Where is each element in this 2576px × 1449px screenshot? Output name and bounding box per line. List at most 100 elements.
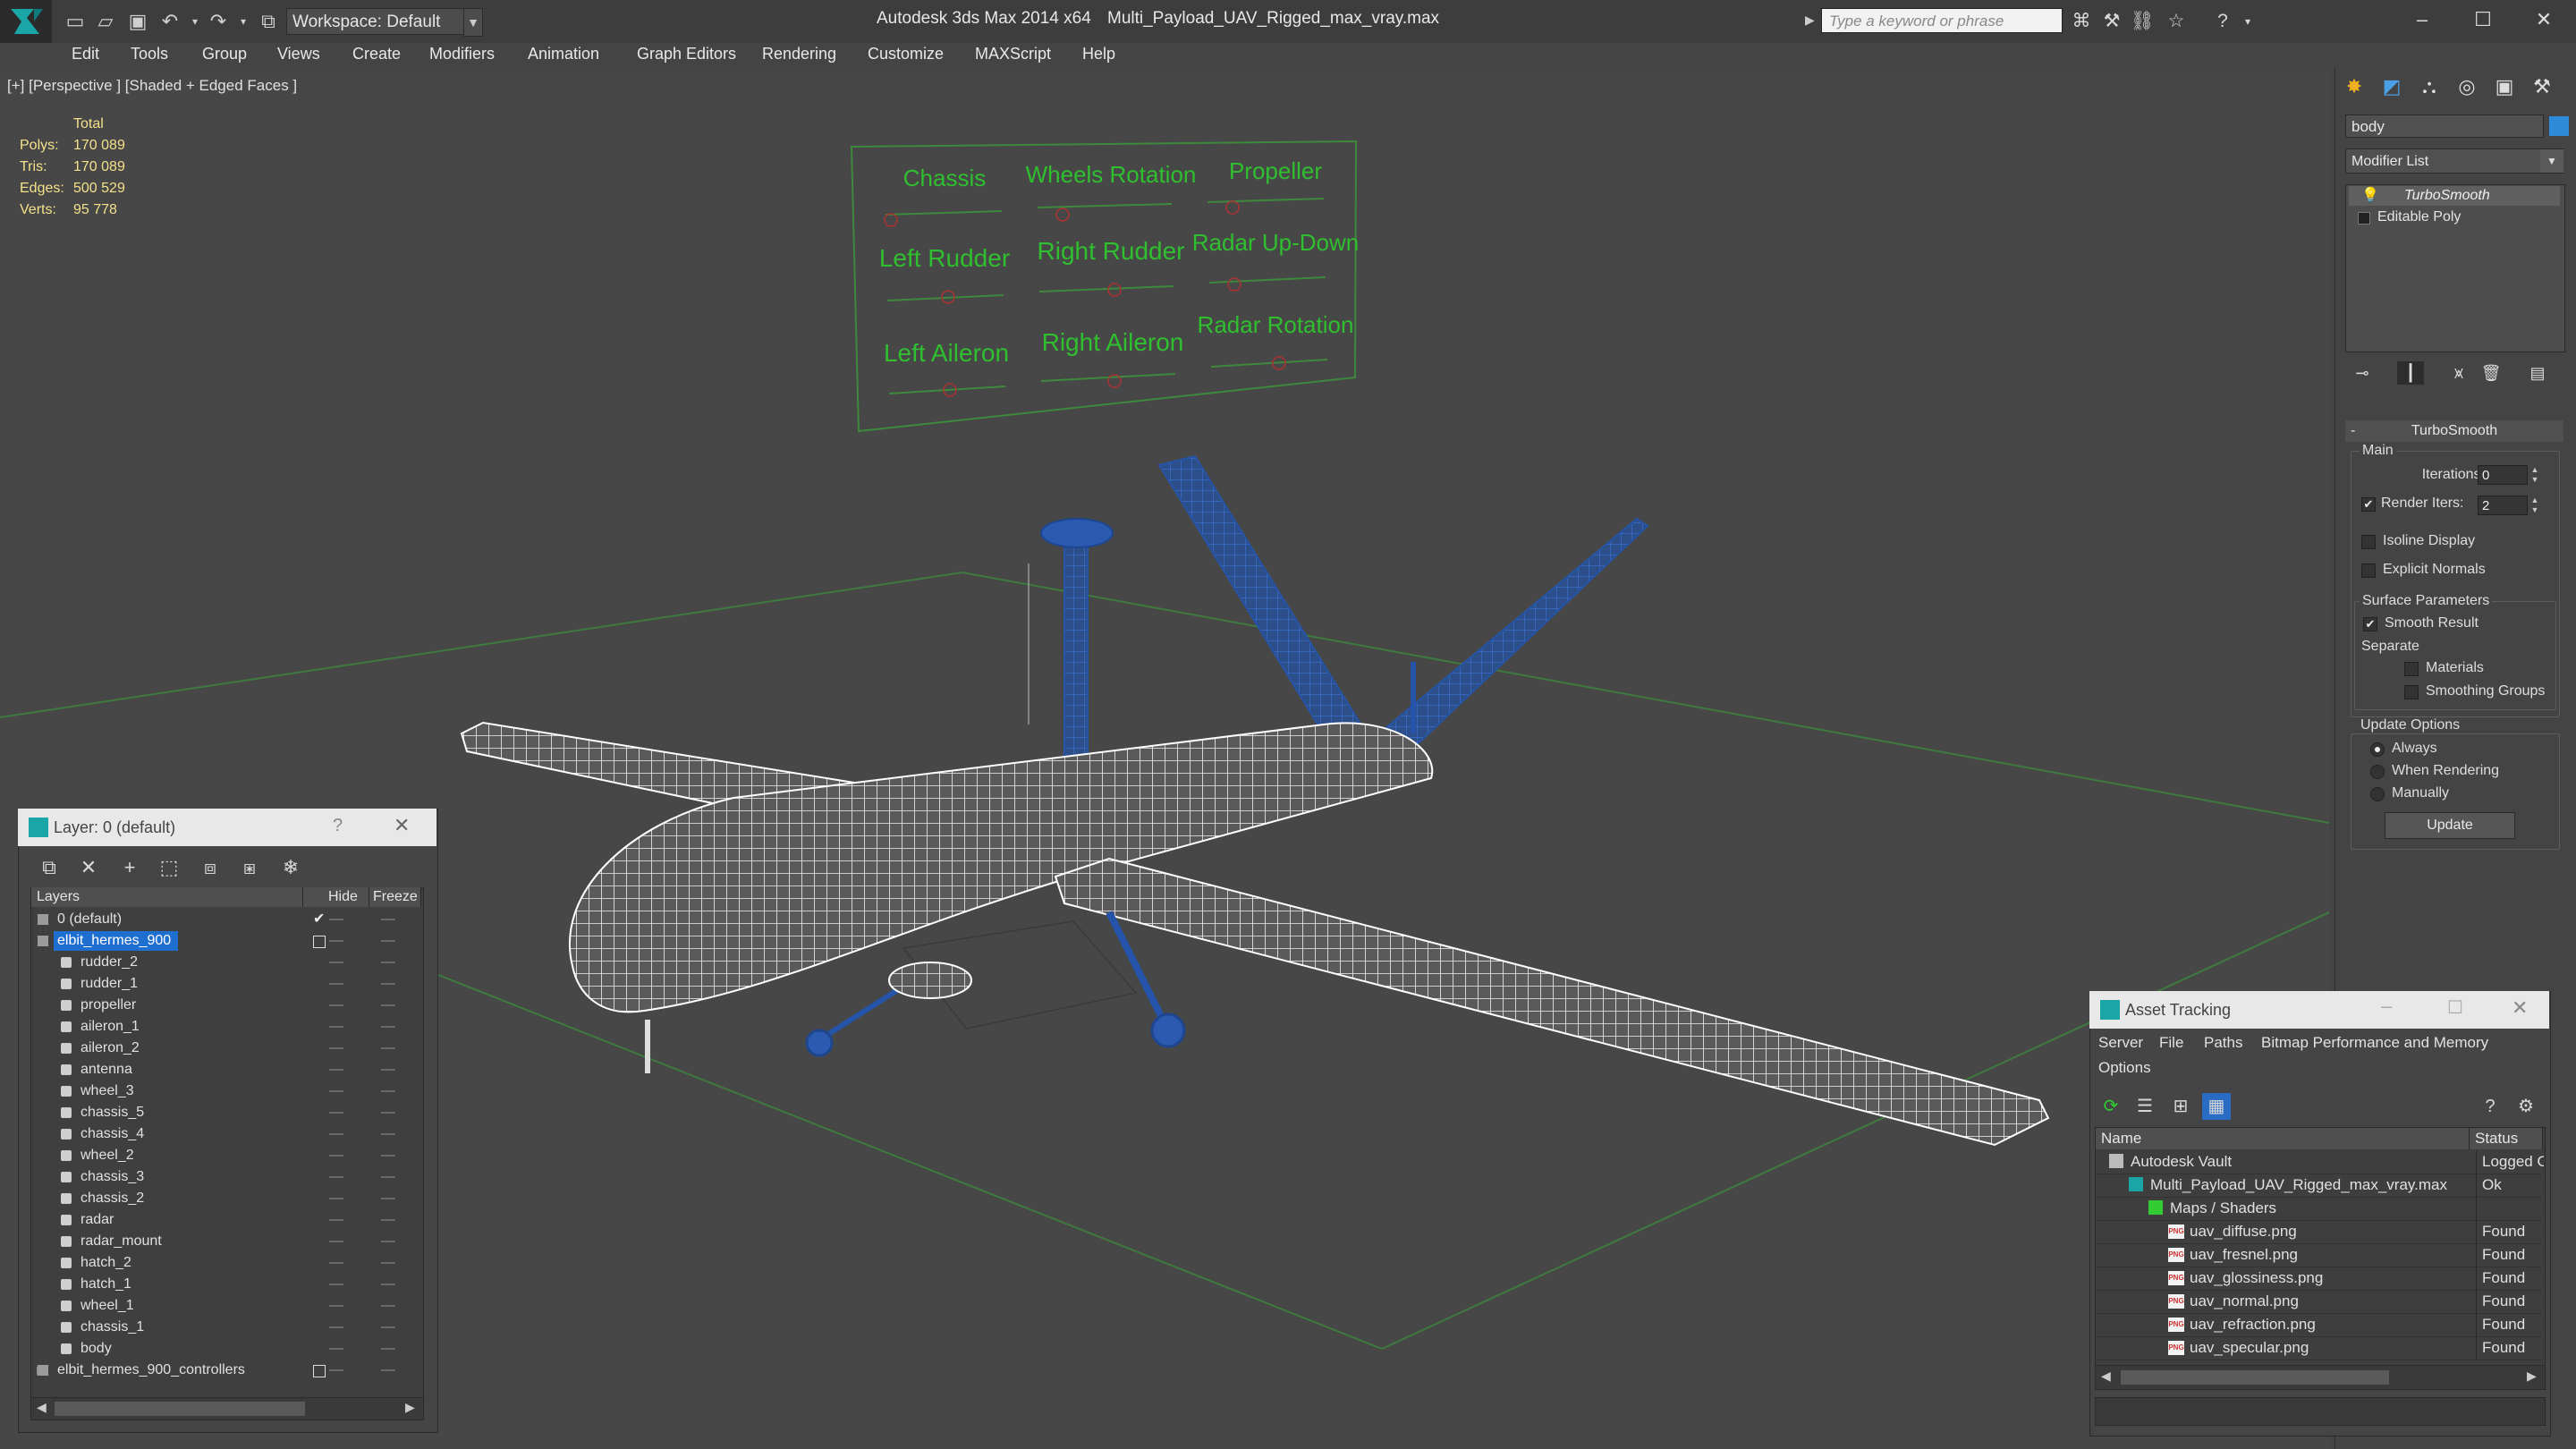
isoline-display-checkbox[interactable] [2361,535,2376,549]
materials-checkbox[interactable] [2404,662,2419,676]
motion-tab-icon[interactable]: ◎ [2451,72,2483,102]
layers-column-header[interactable]: Layers [31,887,303,907]
highlight-layer-icon[interactable]: ⧈ [195,854,225,881]
current-layer-checkmark-icon[interactable]: ✔ [313,909,325,927]
create-layer-icon[interactable]: ⧉ [34,854,64,881]
explicit-normals-checkbox[interactable] [2361,564,2376,578]
object-color-swatch[interactable] [2549,116,2569,136]
freeze-toggle[interactable] [381,1176,395,1178]
layer-row[interactable]: hatch_2 [32,1252,420,1274]
search-input[interactable]: Type a keyword or phrase [1821,8,2063,33]
undo-icon[interactable]: ↶ [157,9,182,34]
freeze-toggle[interactable] [381,1326,395,1328]
asset-row[interactable]: Multi_Payload_UAV_Rigged_max_vray.max Ok [2097,1174,2542,1198]
layer-row[interactable]: hatch_1 [32,1274,420,1295]
undo-dropdown-icon[interactable]: ▾ [182,9,208,34]
expand-search-icon[interactable]: ▶ [1805,13,1815,28]
minimize-icon[interactable]: – [2381,995,2392,1018]
app-logo[interactable] [0,0,52,43]
lightbulb-icon[interactable]: 💡 [2361,186,2379,206]
scroll-right-icon[interactable]: ▶ [2527,1368,2537,1384]
hide-toggle[interactable] [329,1133,343,1135]
communication-icon[interactable]: ⛓ [2129,9,2156,34]
list-view-icon[interactable]: ☰ [2131,1093,2159,1120]
layer-row[interactable]: ⊞elbit_hermes_900_controllers [32,1360,420,1381]
layer-row[interactable]: chassis_1 [32,1317,420,1338]
show-end-result-icon[interactable]: ┃ [2397,361,2424,385]
delete-layer-icon[interactable]: ✕ [73,854,104,881]
hide-toggle[interactable] [329,1284,343,1285]
hierarchy-tab-icon[interactable]: ⛬ [2413,72,2445,102]
workspace-selector[interactable]: Workspace: Default [286,8,465,35]
subscription-icon[interactable]: ⚒ [2098,9,2125,34]
manually-radio[interactable] [2370,787,2385,801]
set-current-layer-icon[interactable] [313,1365,326,1377]
redo-icon[interactable]: ↷ [206,9,231,34]
layer-row[interactable]: chassis_2 [32,1188,420,1209]
hide-toggle[interactable] [329,1348,343,1350]
hide-toggle[interactable] [329,1112,343,1114]
layer-row[interactable]: chassis_4 [32,1123,420,1145]
asset-row[interactable]: PNG uav_glossiness.png Found [2097,1267,2542,1291]
freeze-toggle[interactable] [381,1348,395,1350]
asset-menu-file[interactable]: File [2159,1034,2183,1052]
menu-help[interactable]: Help [1082,45,1115,64]
when-rendering-radio[interactable] [2370,765,2385,779]
smoothing-groups-checkbox[interactable] [2404,685,2419,699]
object-name-field[interactable]: body [2345,114,2544,138]
asset-row[interactable]: Maps / Shaders [2097,1197,2542,1221]
name-column-header[interactable]: Name [2096,1128,2470,1149]
layer-horizontal-scrollbar[interactable]: ◀ ▶ [30,1397,424,1420]
scrollbar-thumb[interactable] [55,1402,305,1416]
layer-row[interactable]: 0 (default) ✔ [32,909,420,930]
modifier-list-dropdown[interactable]: Modifier List [2345,148,2563,174]
freeze-toggle[interactable] [381,1112,395,1114]
layer-row[interactable]: antenna [32,1059,420,1080]
help-dropdown-icon[interactable]: ▾ [2234,9,2261,34]
freeze-toggle[interactable] [381,1155,395,1157]
status-column-header[interactable]: Status [2470,1128,2543,1149]
freeze-all-layers-icon[interactable]: ❄ [275,854,306,881]
help-icon[interactable]: ? [2209,9,2236,34]
hide-toggle[interactable] [329,1241,343,1242]
maximize-icon[interactable]: ☐ [2447,996,2463,1019]
render-iters-spinner[interactable]: 2 [2478,496,2528,515]
freeze-toggle[interactable] [381,1305,395,1307]
scroll-left-icon[interactable]: ◀ [2101,1368,2111,1384]
freeze-toggle[interactable] [381,1241,395,1242]
render-iters-checkbox[interactable]: ✔ [2361,497,2376,512]
layer-row[interactable]: wheel_1 [32,1295,420,1317]
chevron-down-icon[interactable]: ▼ [463,8,483,37]
hide-toggle[interactable] [329,919,343,920]
menu-views[interactable]: Views [277,45,320,64]
close-icon[interactable]: ✕ [394,814,410,837]
hide-toggle[interactable] [329,1069,343,1071]
utilities-tab-icon[interactable]: ⚒ [2526,72,2558,102]
hide-toggle[interactable] [329,1004,343,1006]
update-button[interactable]: Update [2385,812,2515,839]
make-unique-icon[interactable]: ⩙ [2445,361,2472,385]
asset-row[interactable]: Autodesk Vault Logged Out [2097,1150,2544,1174]
always-radio[interactable] [2370,742,2385,757]
layer-row[interactable]: chassis_3 [32,1166,420,1188]
freeze-toggle[interactable] [381,1026,395,1028]
project-folder-icon[interactable]: ⧉ [256,9,281,34]
freeze-toggle[interactable] [381,919,395,920]
create-tab-icon[interactable]: ✸ [2338,72,2370,102]
stack-item-turbosmooth[interactable]: 💡 TurboSmooth [2349,186,2560,206]
menu-rendering[interactable]: Rendering [762,45,836,64]
help-icon[interactable]: ? [333,816,343,836]
hide-toggle[interactable] [329,1305,343,1307]
refresh-icon[interactable]: ⟳ [2097,1093,2125,1120]
favorites-star-icon[interactable]: ☆ [2163,9,2190,34]
hide-toggle[interactable] [329,962,343,963]
close-icon[interactable]: ✕ [2517,4,2571,36]
hide-toggle[interactable] [329,983,343,985]
remove-modifier-icon[interactable]: 🗑 [2478,361,2504,385]
menu-modifiers[interactable]: Modifiers [429,45,495,64]
hide-toggle[interactable] [329,940,343,942]
freeze-column-header[interactable]: Freeze [369,887,421,907]
redo-dropdown-icon[interactable]: ▾ [231,9,256,34]
freeze-toggle[interactable] [381,1262,395,1264]
iterations-spinner[interactable]: 0 [2478,465,2528,485]
